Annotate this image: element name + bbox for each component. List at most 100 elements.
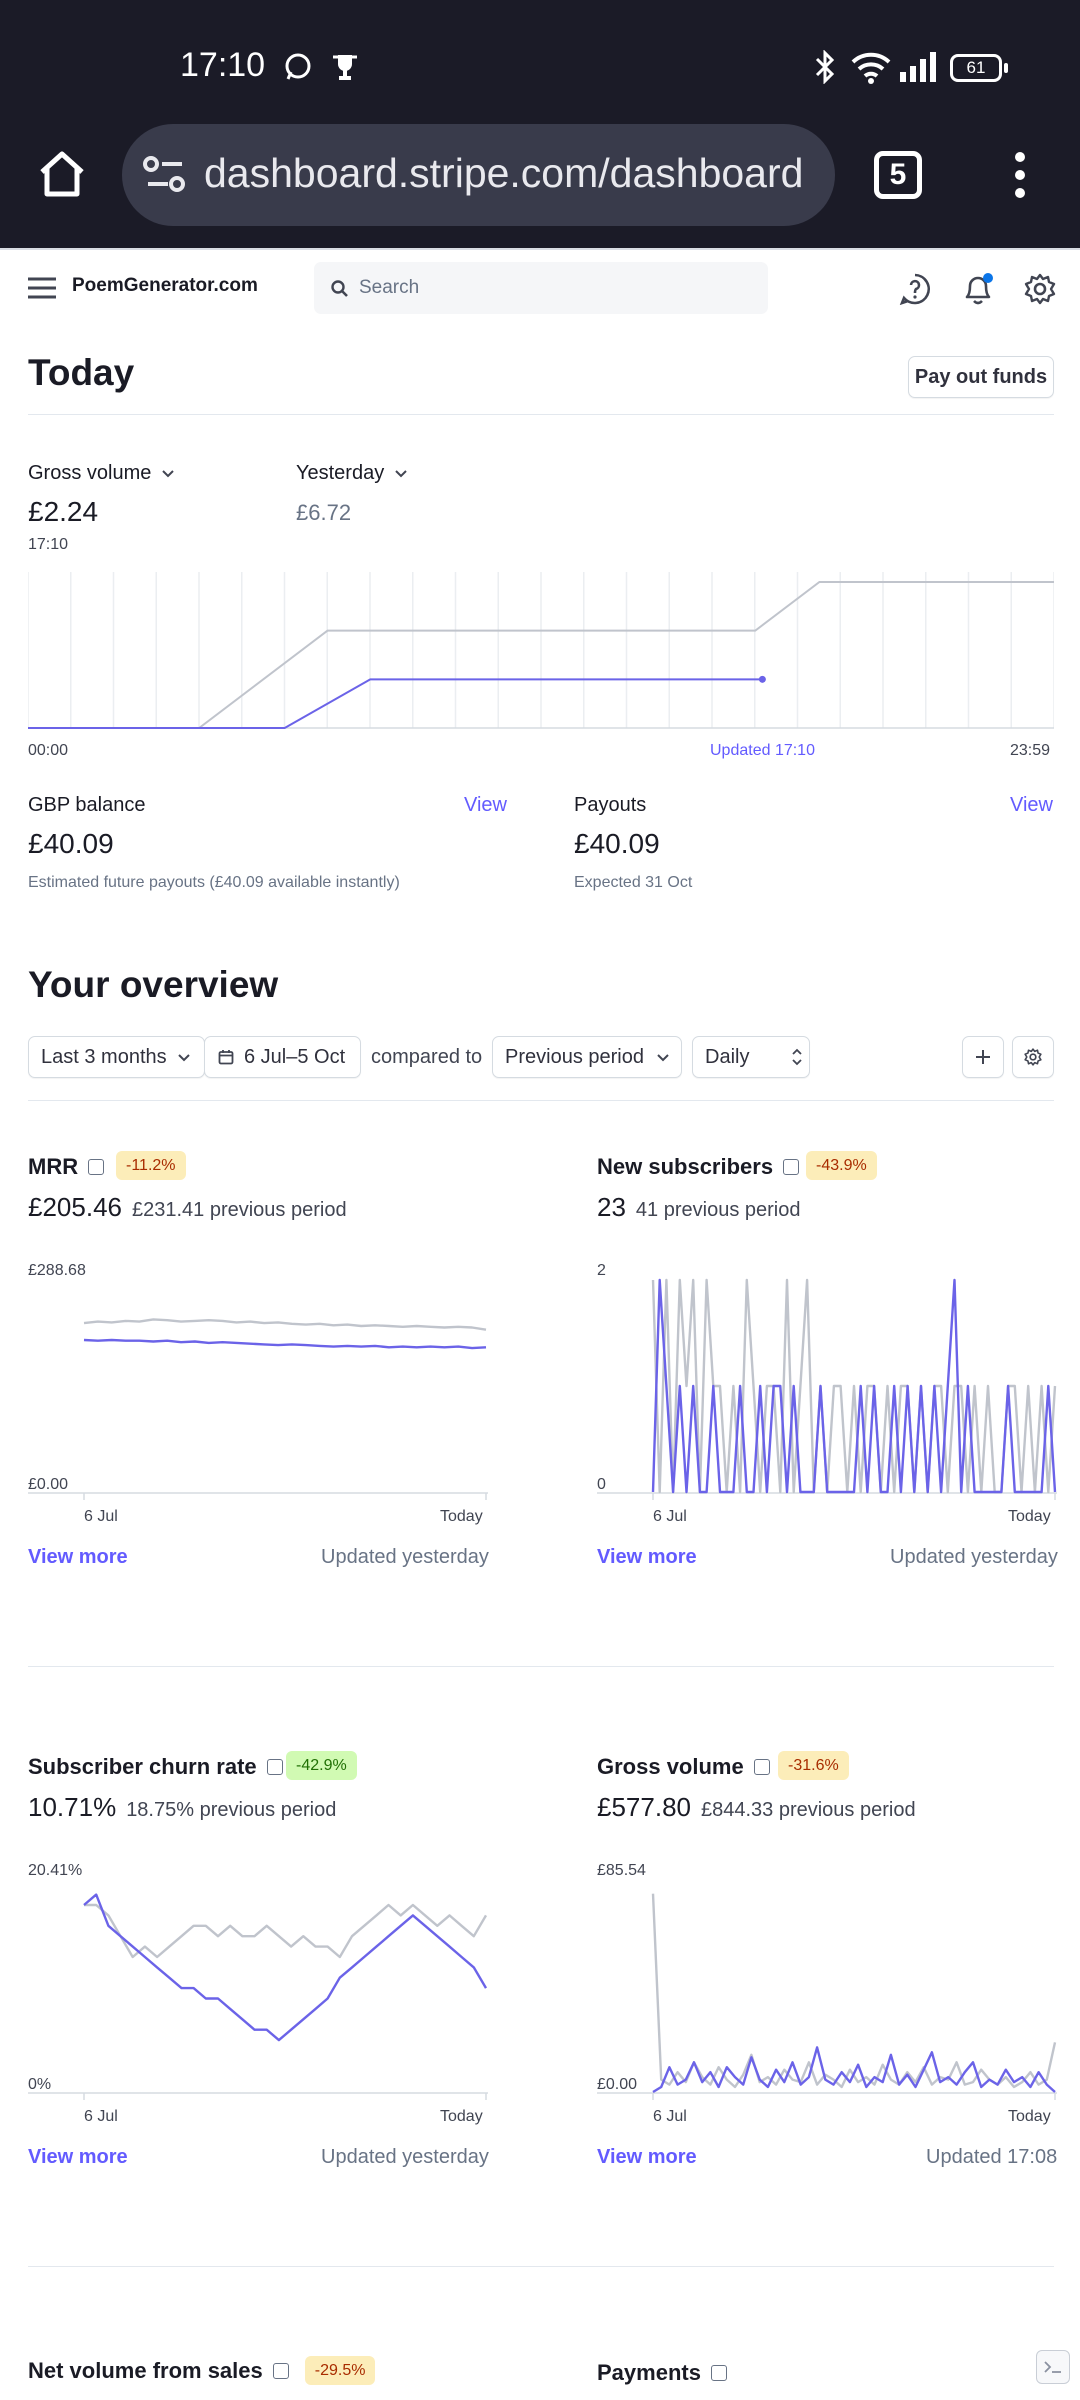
view-more-link[interactable]: View more (597, 1546, 697, 1569)
gross-volume-series-line (28, 678, 763, 729)
site-settings-icon[interactable] (142, 152, 188, 198)
search-icon (331, 280, 348, 297)
card-previous: 41 previous period (635, 1199, 801, 1221)
plus-icon (976, 1050, 990, 1064)
compared-to-label: compared to (371, 1046, 483, 1068)
new-subscribers-chart (597, 1278, 1057, 1500)
card-title: MRR (28, 1154, 79, 1179)
today-gross-volume-chart (28, 572, 1054, 729)
yesterday-selector[interactable]: Yesterday (296, 462, 408, 485)
settings-gear-icon[interactable] (1024, 273, 1056, 305)
current-period-line (652, 2046, 1056, 2094)
pay-out-funds-button[interactable]: Pay out funds (908, 356, 1054, 398)
gbp-balance-value: £40.09 (28, 828, 114, 859)
range-select[interactable]: Last 3 months (28, 1036, 205, 1078)
settings-gear-icon (1024, 1048, 1042, 1066)
gross-volume-value: £2.24 (28, 496, 99, 527)
today-divider (28, 414, 1054, 415)
date-range-button[interactable]: 6 Jul–5 Oct (204, 1036, 361, 1078)
x-start-label: 6 Jul (84, 2108, 118, 2125)
browser-toolbar: dashboard.stripe.com/dashboard 5 (0, 124, 1080, 248)
cards-divider (28, 1666, 1054, 1667)
info-icon[interactable] (783, 1159, 800, 1175)
change-badge: -42.9% (286, 1751, 357, 1780)
trophy-icon (333, 55, 357, 80)
cards-divider (28, 2266, 1054, 2267)
change-badge: -29.5% (304, 2356, 376, 2385)
x-start-label: 6 Jul (84, 1508, 118, 1525)
updated-label: Updated yesterday (321, 1546, 489, 1568)
current-point (758, 675, 766, 683)
overview-settings-button[interactable] (1012, 1036, 1054, 1078)
info-icon[interactable] (272, 2362, 289, 2379)
more-options-icon[interactable] (1010, 150, 1030, 200)
x-end-label: Today (440, 1508, 483, 1525)
card-previous: £231.41 previous period (131, 1199, 347, 1221)
info-icon[interactable] (753, 1759, 770, 1775)
info-icon[interactable] (710, 2365, 727, 2381)
change-badge: -43.9% (806, 1151, 877, 1180)
info-icon[interactable] (266, 1759, 283, 1775)
updated-label: Updated 17:08 (926, 2146, 1058, 2168)
today-axis-end: 23:59 (1010, 742, 1051, 759)
top-edge (0, 248, 1080, 250)
today-heading: Today (28, 352, 135, 393)
x-start-label: 6 Jul (653, 1508, 687, 1525)
overview-heading: Your overview (28, 964, 279, 1005)
search-input[interactable]: Search (314, 262, 768, 314)
gbp-balance-view-link[interactable]: View (464, 794, 507, 817)
add-chart-button[interactable] (962, 1036, 1004, 1078)
status-time: 17:10 (180, 46, 266, 84)
updated-label: Updated yesterday (890, 1546, 1058, 1568)
comparison-select[interactable]: Previous period (492, 1036, 682, 1078)
gross-volume-selector[interactable]: Gross volume (28, 462, 175, 485)
card-value: 23 (597, 1192, 626, 1222)
dashboard-page: PoemGenerator.com Search Today Pay out f… (0, 248, 1080, 2400)
card-previous: 18.75% previous period (126, 1799, 337, 1821)
payouts-view-link[interactable]: View (1010, 794, 1053, 817)
view-more-link[interactable]: View more (28, 1546, 128, 1569)
home-icon[interactable] (36, 148, 88, 200)
yesterday-value: £6.72 (296, 500, 352, 525)
notifications-icon[interactable] (962, 272, 994, 306)
battery-icon: 61 (950, 54, 1002, 82)
x-start-label: 6 Jul (653, 2108, 687, 2125)
previous-period-line (651, 1893, 1057, 2089)
gross-volume-label: Gross volume (28, 462, 152, 484)
info-icon[interactable] (88, 1159, 105, 1175)
help-icon[interactable] (899, 273, 931, 305)
calendar-icon (218, 1050, 234, 1065)
account-name[interactable]: PoemGenerator.com (72, 275, 258, 297)
previous-period-line (83, 1318, 487, 1331)
battery-level: 61 (966, 58, 986, 77)
gbp-balance-note: Estimated future payouts (£40.09 availab… (28, 874, 400, 891)
payouts-label: Payouts (574, 794, 647, 816)
today-axis-updated: Updated 17:10 (710, 742, 815, 759)
card-value: £205.46 (28, 1192, 122, 1222)
signal-icon (900, 52, 936, 82)
churn-chart (28, 1893, 488, 2100)
search-placeholder: Search (359, 277, 420, 298)
payouts-note: Expected 31 Oct (574, 874, 693, 891)
address-bar[interactable]: dashboard.stripe.com/dashboard (122, 124, 835, 226)
view-more-link[interactable]: View more (597, 2146, 697, 2169)
card-value: £577.80 (597, 1792, 691, 1822)
chevron-down-icon (177, 1053, 190, 1061)
card-title: Net volume from sales (28, 2357, 263, 2383)
x-end-label: Today (440, 2108, 483, 2125)
net-volume-card-header: Net volume from sales -29.5% (28, 2356, 376, 2385)
view-more-link[interactable]: View more (28, 2146, 128, 2169)
yesterday-label: Yesterday (296, 462, 385, 484)
chevron-up-down-icon (792, 1048, 803, 1066)
whatsapp-icon (285, 53, 311, 80)
card-title: Payments (597, 2360, 701, 2385)
range-select-value: Last 3 months (41, 1045, 167, 1068)
interval-select[interactable]: Daily (692, 1036, 810, 1078)
menu-icon[interactable] (28, 277, 56, 299)
today-axis-start: 00:00 (28, 742, 69, 759)
chevron-down-icon (162, 470, 175, 478)
tab-switcher-button[interactable]: 5 (874, 151, 922, 199)
console-icon[interactable] (1036, 2350, 1070, 2384)
overview-divider (28, 1100, 1054, 1101)
comparison-select-value: Previous period (505, 1045, 644, 1068)
